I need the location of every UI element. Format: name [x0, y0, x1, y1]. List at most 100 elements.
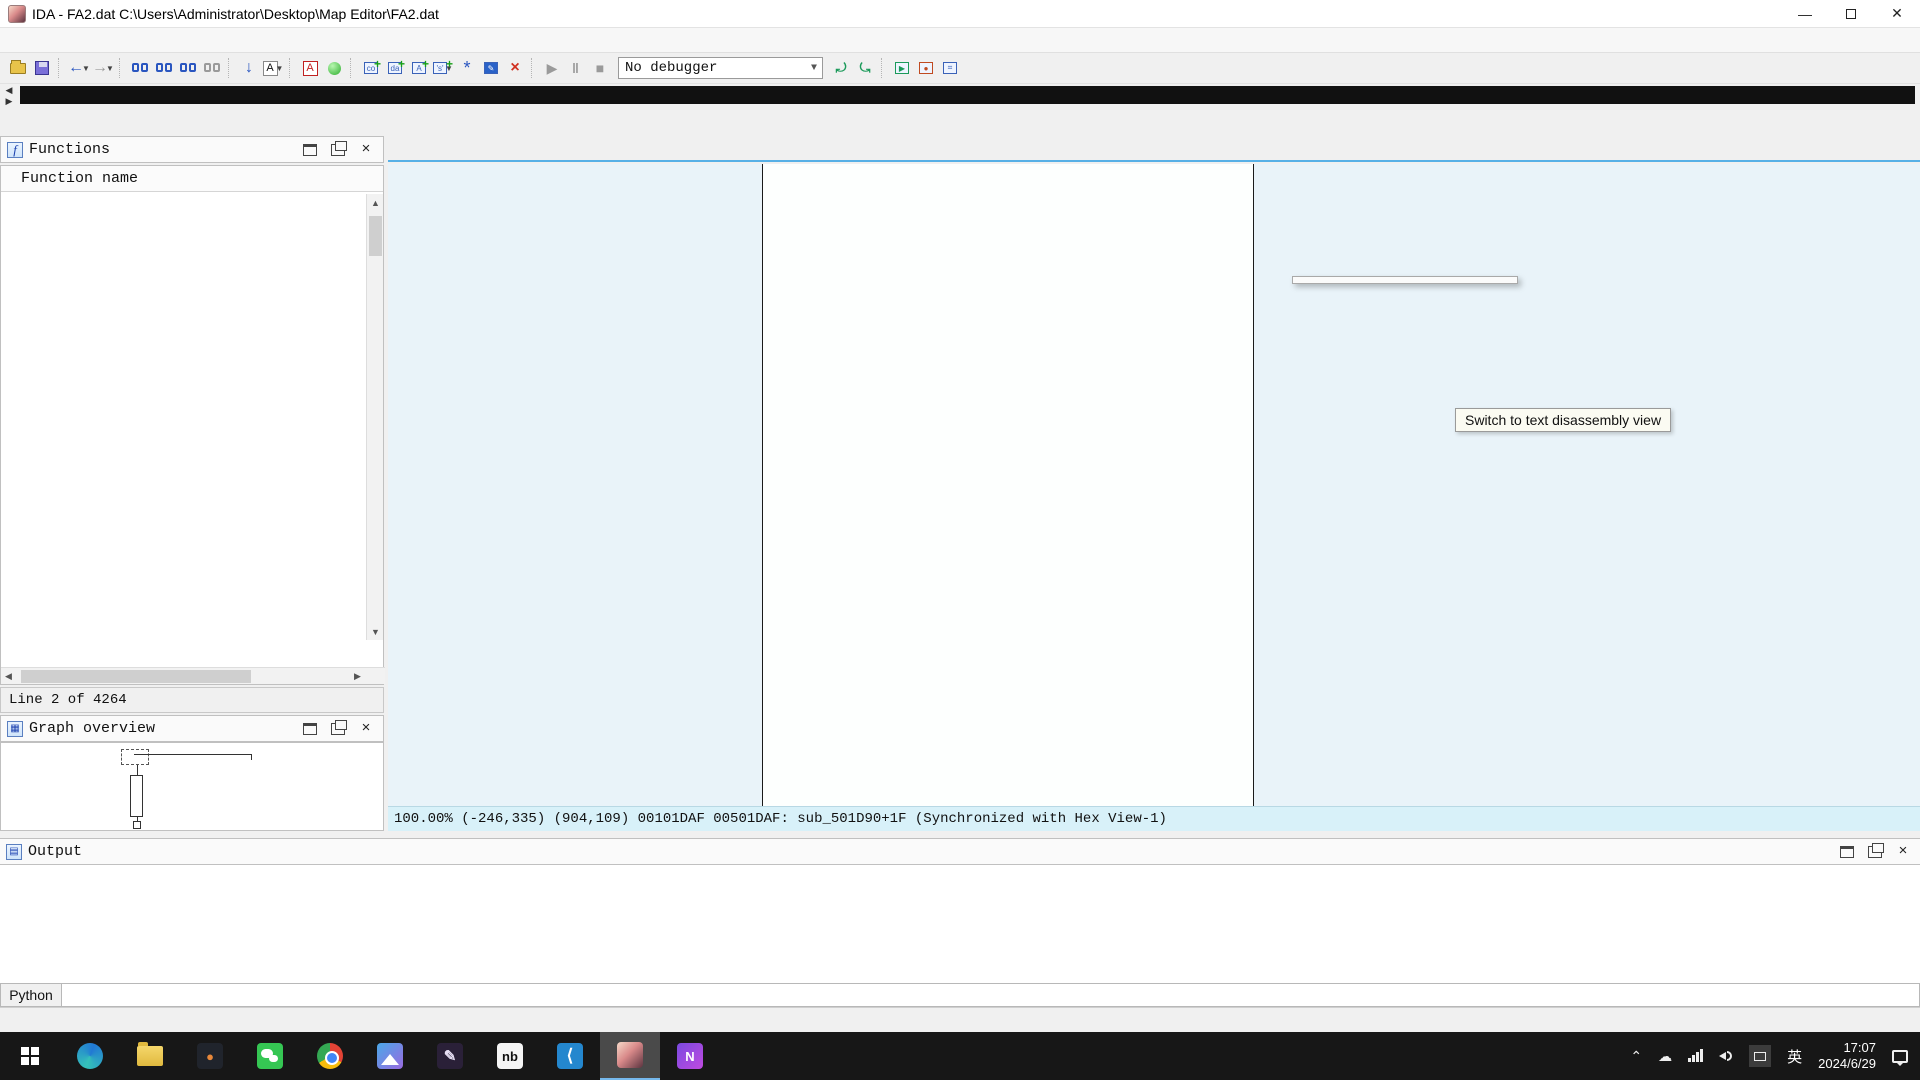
step-over-icon[interactable]: ⤿	[854, 57, 876, 79]
output-icon: ▤	[6, 844, 22, 860]
clock[interactable]: 17:07 2024/6/29	[1818, 1040, 1876, 1072]
add-struct-icon[interactable]: A+	[408, 57, 430, 79]
taskbar-app-dark[interactable]: ●	[180, 1032, 240, 1080]
add-enum-icon[interactable]: 's'+▼	[432, 57, 454, 79]
taskbar-app-purple[interactable]: N	[660, 1032, 720, 1080]
ida-app-icon	[8, 5, 26, 23]
close-button[interactable]: ✕	[1874, 0, 1920, 28]
band-scroll-arrows[interactable]: ◀▶	[2, 85, 16, 107]
scroll-down-icon[interactable]: ▼	[367, 623, 384, 640]
delete-icon[interactable]: ×	[504, 57, 526, 79]
taskbar-app-chrome[interactable]	[300, 1032, 360, 1080]
restore-panel-icon[interactable]	[303, 144, 317, 156]
scroll-up-icon[interactable]: ▲	[367, 194, 384, 211]
analysis-ok-icon[interactable]	[323, 57, 345, 79]
float-panel-icon[interactable]	[331, 144, 345, 156]
add-type-icon[interactable]: da+	[384, 57, 406, 79]
scroll-left-icon[interactable]: ◀	[1, 668, 16, 685]
start-button[interactable]	[0, 1032, 60, 1080]
dark-app-icon: ●	[197, 1043, 223, 1069]
graph-overview-canvas[interactable]	[0, 742, 384, 831]
run-until-icon[interactable]: ▶	[891, 57, 913, 79]
nb-app-icon: nb	[497, 1043, 523, 1069]
taskbar-app-photos[interactable]	[360, 1032, 420, 1080]
edit-icon[interactable]: ✎	[480, 57, 502, 79]
graph-overview-title[interactable]: ▦ Graph overview ×	[0, 715, 384, 742]
taskbar-app-file-explorer[interactable]	[120, 1032, 180, 1080]
view-tabs	[388, 136, 1920, 162]
navigation-band-row: ◀▶	[0, 84, 1920, 108]
scrollbar-thumb[interactable]	[21, 670, 251, 683]
close-panel-icon[interactable]: ×	[1896, 846, 1910, 858]
output-log[interactable]	[0, 865, 1920, 983]
navigation-band[interactable]	[20, 86, 1915, 104]
debugger-select-value: No debugger	[625, 60, 717, 76]
taskbar-app-vscode[interactable]: ⟨	[540, 1032, 600, 1080]
line-counter: Line 2 of 4264	[9, 692, 127, 708]
taskbar-app-ida-active[interactable]	[600, 1032, 660, 1080]
python-input[interactable]	[62, 983, 1920, 1007]
functions-vertical-scrollbar[interactable]: ▲ ▼	[366, 194, 383, 640]
scroll-right-icon[interactable]: ▶	[350, 668, 365, 685]
hidden-icons-chevron[interactable]: ⌃	[1630, 1048, 1642, 1065]
taskbar-app-nb[interactable]: nb	[480, 1032, 540, 1080]
output-title[interactable]: ▤ Output ×	[0, 838, 1920, 865]
view-status-bar: 100.00% (-246,335) (904,109) 00101DAF 00…	[388, 806, 1920, 831]
graph-canvas[interactable]	[388, 164, 1920, 806]
stop-process-icon[interactable]: ■	[589, 57, 611, 79]
search-binoculars-icon[interactable]	[129, 57, 151, 79]
scrollbar-thumb[interactable]	[369, 216, 382, 256]
cloud-icon[interactable]: ☁	[1658, 1048, 1672, 1065]
taskbar-app-edge[interactable]	[60, 1032, 120, 1080]
taskbar-app-wechat[interactable]	[240, 1032, 300, 1080]
asterisk-icon[interactable]: *	[456, 57, 478, 79]
menu-bar	[0, 28, 1920, 53]
open-file-icon[interactable]	[7, 57, 29, 79]
taskbar-app-quill[interactable]: ✎	[420, 1032, 480, 1080]
navigate-back-icon[interactable]: ←▼	[68, 57, 90, 79]
ime-mode-icon[interactable]	[1749, 1045, 1771, 1067]
step-into-icon[interactable]: ⤾	[830, 57, 852, 79]
functions-status: Line 2 of 4264	[0, 687, 384, 713]
quill-app-icon: ✎	[437, 1043, 463, 1069]
debug-windows-icon[interactable]: ⌗	[939, 57, 961, 79]
search-value-icon[interactable]	[177, 57, 199, 79]
search-text-icon[interactable]	[153, 57, 175, 79]
functions-panel-title[interactable]: f Functions ×	[0, 136, 384, 163]
search-gray-icon[interactable]	[201, 57, 223, 79]
notification-center-icon[interactable]	[1892, 1050, 1908, 1063]
window-title: IDA - FA2.dat C:\Users\Administrator\Des…	[32, 6, 439, 22]
start-process-icon[interactable]: ▶	[541, 57, 563, 79]
restore-panel-icon[interactable]	[1840, 846, 1854, 858]
pause-process-icon[interactable]: ‖	[565, 57, 587, 79]
breakpoint-icon[interactable]: ●	[915, 57, 937, 79]
jump-down-icon[interactable]: ↓	[238, 57, 260, 79]
python-prompt-button[interactable]: Python	[0, 983, 62, 1007]
graph-node[interactable]	[762, 164, 1254, 806]
tooltip: Switch to text disassembly view	[1455, 408, 1671, 432]
tray-date: 2024/6/29	[1818, 1056, 1876, 1072]
save-icon[interactable]	[31, 57, 53, 79]
close-panel-icon[interactable]: ×	[359, 144, 373, 156]
create-function-icon[interactable]: co+	[360, 57, 382, 79]
edge-icon	[77, 1043, 103, 1069]
debugger-select[interactable]: No debugger ▼	[618, 57, 823, 79]
navigate-forward-icon[interactable]: →▼	[92, 57, 114, 79]
overview-viewport-box[interactable]	[121, 749, 149, 765]
float-panel-icon[interactable]	[1868, 846, 1882, 858]
problem-icon[interactable]: A	[299, 57, 321, 79]
functions-horizontal-scrollbar[interactable]: ◀ ▶	[1, 667, 385, 684]
functions-panel-title-label: Functions	[29, 141, 110, 158]
restore-panel-icon[interactable]	[303, 723, 317, 735]
column-header-label: Function name	[21, 170, 138, 187]
wechat-icon	[257, 1043, 283, 1069]
maximize-button[interactable]	[1828, 0, 1874, 28]
function-name-column-header[interactable]: Function name	[1, 166, 383, 192]
language-indicator[interactable]: 英	[1787, 1046, 1802, 1067]
minimize-button[interactable]: —	[1782, 0, 1828, 28]
float-panel-icon[interactable]	[331, 723, 345, 735]
close-panel-icon[interactable]: ×	[359, 723, 373, 735]
names-icon[interactable]: A▼	[262, 57, 284, 79]
volume-icon[interactable]	[1719, 1050, 1733, 1062]
network-icon[interactable]	[1688, 1050, 1703, 1062]
